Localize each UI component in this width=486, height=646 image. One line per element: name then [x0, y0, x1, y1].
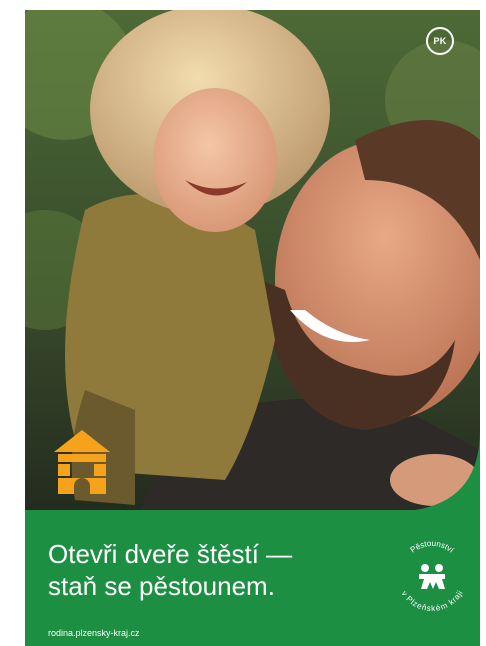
headline-line-2: staň se pěstounem.: [48, 571, 275, 601]
website-link[interactable]: rodina.plzensky-kraj.cz: [48, 628, 140, 638]
house-icon: [54, 430, 110, 494]
pk-logo: PK: [426, 27, 454, 55]
pestounstvi-badge: Pěstounství v Plzeňském kraji: [400, 539, 464, 613]
headline: Otevři dveře štěstí — staň se pěstounem.: [48, 538, 378, 602]
pk-logo-text: PK: [433, 36, 447, 46]
poster: PK Otevři dveře štěstí — staň se pěstoun…: [25, 10, 480, 646]
badge-bottom-text: v Plzeňském kraji: [400, 589, 464, 613]
foster-family-icon: [419, 564, 445, 589]
badge-top-text: Pěstounství: [409, 539, 457, 555]
headline-line-1: Otevři dveře štěstí —: [48, 539, 293, 569]
